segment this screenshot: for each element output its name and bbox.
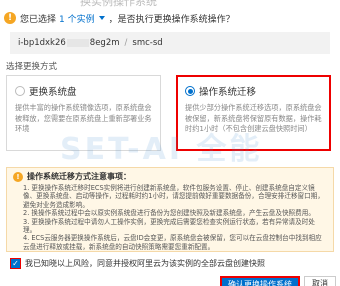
option-description: 提供少部分操作系统迁移选项，原系统盘会被保留，新系统盘将保留原有数据，操作耗时约…	[185, 103, 322, 133]
dialog-header-ghost: 换实例操作系统	[0, 0, 340, 8]
selected-instance-box: i-bp1dxk26 8eg2m / smc-sd	[10, 32, 330, 54]
option-description: 提供丰富的操作系统镜像选项，原系统盘会被释放，您需要在原系统盘上重新部署业务环境	[15, 103, 152, 133]
redacted-block	[66, 39, 89, 47]
confirm-suffix: ，是否执行更换操作系统操作？	[108, 14, 235, 25]
confirm-prefix: 您已选择	[20, 14, 57, 25]
replace-method-label: 选择更换方式	[6, 62, 58, 72]
notice-item: 4. ECS云服务器更换操作系统后，云盘ID会变更，原系统盘会被保留，您可以在云…	[23, 234, 322, 251]
notice-item: 1. 更换操作系统迁移时ECS实例将进行创建新系统盘，软件包服务设置、停止、创建…	[23, 184, 324, 209]
warning-icon: !	[4, 12, 16, 24]
notice-item: 2. 换操作系统过程中会以原实例系统盘进行备份为您创建快照及新建系统盘，产生云盘…	[23, 209, 315, 218]
warning-icon: !	[13, 171, 23, 182]
notice-body: 1. 更换操作系统迁移时ECS实例将进行创建新系统盘，软件包服务设置、停止、创建…	[13, 184, 327, 251]
instance-id-prefix: i-bp1dxk26	[18, 38, 66, 48]
migration-notice: ! 操作系统迁移方式注意事项： 1. 更换操作系统迁移时ECS实例将进行创建新系…	[6, 167, 334, 252]
agreement-checkbox[interactable]: ✓	[10, 257, 21, 269]
notice-item: 3. 更换操作系统过程中请勿人工操作实例，更换完成后需要您检查实例运行状态，若有…	[23, 217, 315, 235]
instance-id-middle: 8eg2m	[89, 38, 120, 48]
option-title: 更换系统盘	[29, 87, 77, 98]
option-card-head: 操作系统迁移	[185, 84, 322, 98]
radio-change-system-disk[interactable]	[15, 86, 25, 96]
option-title: 操作系统迁移	[199, 87, 257, 98]
cancel-button[interactable]: 取消	[304, 276, 336, 286]
option-card-head: 更换系统盘	[15, 84, 152, 98]
notice-header: ! 操作系统迁移方式注意事项：	[13, 171, 327, 182]
radio-os-migration[interactable]	[185, 86, 195, 96]
agreement-text: 我已知晓以上风险，同意并授权阿里云为该实例的全部云盘创建快照	[25, 258, 265, 268]
notice-title: 操作系统迁移方式注意事项：	[27, 172, 131, 181]
instance-name: smc-sd	[132, 38, 163, 48]
selected-count-link[interactable]: 1 个实例	[59, 12, 95, 25]
chevron-down-icon[interactable]	[98, 16, 105, 20]
confirm-line: ! 您已选择 1 个实例 ，是否执行更换操作系统操作？	[4, 10, 235, 26]
option-card-change-system-disk[interactable]: 更换系统盘 提供丰富的操作系统镜像选项，原系统盘会被释放，您需要在原系统盘上重新…	[6, 75, 161, 151]
instance-separator: /	[124, 38, 128, 48]
option-card-os-migration[interactable]: 操作系统迁移 提供少部分操作系统迁移选项，原系统盘会被保留，新系统盘将保留原有数…	[176, 75, 331, 151]
confirm-os-change-button[interactable]: 确认更换操作系统	[220, 276, 300, 286]
agreement-row: ✓ 我已知晓以上风险，同意并授权阿里云为该实例的全部云盘创建快照	[10, 257, 265, 269]
dialog-header-ghost-text: 换实例操作系统	[80, 0, 157, 8]
